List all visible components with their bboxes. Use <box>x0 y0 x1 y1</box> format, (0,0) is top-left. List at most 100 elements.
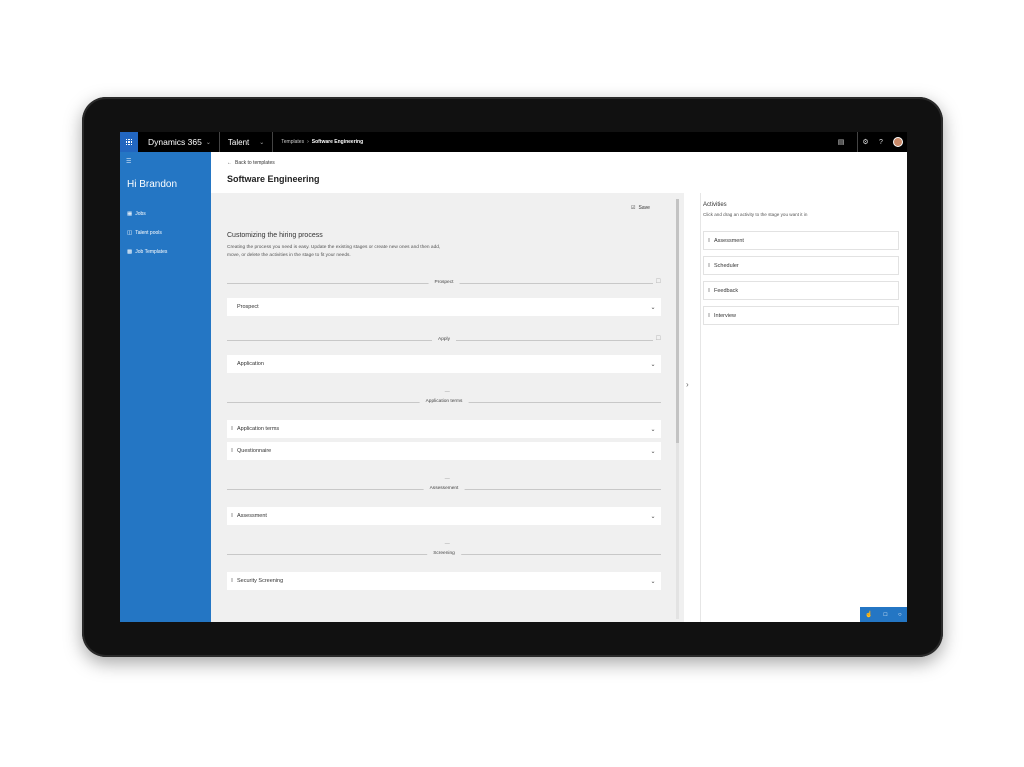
scrollbar-thumb[interactable] <box>676 199 679 443</box>
talent-pools-icon: ◫ <box>127 229 133 236</box>
activity-name: Prospect <box>237 304 259 310</box>
chevron-down-icon[interactable]: ⌄ <box>645 578 661 585</box>
stage-label: Application terms <box>419 398 469 406</box>
back-label: Back to templates <box>235 160 275 166</box>
activities-subtitle: Click and drag an activity to the stage … <box>703 212 808 217</box>
breadcrumb-current: Software Engineering <box>311 139 364 145</box>
breadcrumb-templates[interactable]: Templates <box>281 139 304 145</box>
job-templates-icon: ▩ <box>127 248 133 255</box>
top-bar: Dynamics 365 ⌄ Talent ⌄ Templates › Soft… <box>120 132 907 152</box>
scrollbar[interactable] <box>676 199 679 619</box>
activities-title: Activities <box>703 202 727 208</box>
grip-icon: ‖ <box>707 287 711 294</box>
activity-tile-label: Scheduler <box>714 262 739 269</box>
activity-tile[interactable]: ‖ Feedback <box>703 281 899 300</box>
section-title: Customizing the hiring process <box>227 232 323 239</box>
grip-icon: ‖ <box>707 237 711 244</box>
save-button[interactable]: ☑ Save <box>631 205 650 211</box>
page-title: Software Engineering <box>227 174 320 184</box>
stage-label: Apply <box>432 336 456 344</box>
chevron-down-icon[interactable]: ⌄ <box>645 304 661 311</box>
app-switcher[interactable]: Talent ⌄ <box>220 132 274 152</box>
grip-icon[interactable]: ‖ <box>227 513 237 519</box>
activity-name: Application terms <box>237 426 280 432</box>
chevron-down-icon[interactable]: ⌄ <box>645 448 661 455</box>
drag-handle-icon[interactable]: — <box>445 389 451 395</box>
section-description: Creating the process you need is easy. U… <box>227 245 441 258</box>
activity-card[interactable]: ‖ Security Screening ⌄ <box>227 572 661 590</box>
stage-divider-application-terms: Application terms <box>227 398 661 406</box>
brand-switcher[interactable]: Dynamics 365 ⌄ <box>138 132 220 152</box>
activity-card[interactable]: ‖ Assessment ⌄ <box>227 507 661 525</box>
stage-label: Assessement <box>423 485 465 493</box>
stage-label: Prospect <box>428 279 460 287</box>
hamburger-icon[interactable]: ☰ <box>120 152 211 165</box>
breadcrumb-separator-icon: › <box>307 139 309 145</box>
grip-icon[interactable]: ‖ <box>227 578 237 584</box>
activity-tile-label: Assessment <box>714 237 744 244</box>
activity-card[interactable]: Prospect ⌄ <box>227 298 661 316</box>
brand-name: Dynamics 365 <box>148 137 202 147</box>
stage-divider-assessement: Assessement <box>227 485 661 493</box>
activity-tile[interactable]: ‖ Interview <box>703 306 899 325</box>
chevron-down-icon[interactable]: ⌄ <box>645 426 661 433</box>
activity-name: Application <box>237 361 264 367</box>
grip-icon[interactable]: ‖ <box>227 448 237 454</box>
app-name: Talent <box>227 137 250 147</box>
drag-handle-icon[interactable]: — <box>445 541 451 547</box>
lock-icon: ☐ <box>652 335 661 342</box>
nav-item-label: Job Templates <box>135 248 168 255</box>
activity-tile-label: Feedback <box>714 287 739 294</box>
nav-item-label: Jobs <box>135 210 146 217</box>
nav-item-label: Talent pools <box>135 229 162 236</box>
activity-tile[interactable]: ‖ Scheduler <box>703 256 899 275</box>
left-nav: ☰ Hi Brandon ▦ Jobs ◫ Talent pools ▩ Job… <box>120 152 211 622</box>
activity-name: Security Screening <box>237 578 284 584</box>
activity-card[interactable]: ‖ Application terms ⌄ <box>227 420 661 438</box>
app-screen: Dynamics 365 ⌄ Talent ⌄ Templates › Soft… <box>120 132 907 622</box>
page-header: ← Back to templates Software Engineering <box>211 152 907 193</box>
chevron-down-icon[interactable]: ⌄ <box>645 361 661 368</box>
activity-name: Questionnaire <box>237 448 272 454</box>
chevron-down-icon[interactable]: ⌄ <box>645 513 661 520</box>
activity-card[interactable]: ‖ Questionnaire ⌄ <box>227 442 661 460</box>
stage-divider-apply: Apply ☐ <box>227 335 661 344</box>
greeting: Hi Brandon <box>127 179 178 190</box>
activity-card[interactable]: Application ⌄ <box>227 355 661 373</box>
lightbulb-icon[interactable]: ○ <box>898 612 902 618</box>
stage-label: Screening <box>427 550 461 558</box>
avatar[interactable] <box>893 137 903 147</box>
activity-tile[interactable]: ‖ Assessment <box>703 231 899 250</box>
save-label: Save <box>638 205 650 211</box>
book-icon[interactable]: ▤ <box>833 132 849 152</box>
chevron-down-icon: ⌄ <box>205 139 211 146</box>
grip-icon[interactable]: ‖ <box>227 426 237 432</box>
comment-icon[interactable]: □ <box>884 612 888 618</box>
back-link[interactable]: ← Back to templates <box>227 160 275 166</box>
thumbs-up-icon[interactable]: ☝ <box>865 611 872 618</box>
chevron-right-icon[interactable]: › <box>686 380 689 389</box>
hiring-process-editor: ☑ Save Customizing the hiring process Cr… <box>211 193 684 622</box>
breadcrumb: Templates › Software Engineering <box>273 139 363 145</box>
stage-divider-prospect: Prospect ☐ <box>227 278 661 287</box>
drag-handle-icon[interactable]: — <box>445 476 451 482</box>
nav-item-talent-pools[interactable]: ◫ Talent pools <box>120 223 211 242</box>
activity-tile-label: Interview <box>714 312 737 319</box>
grip-icon: ‖ <box>707 312 711 319</box>
nav-list: ▦ Jobs ◫ Talent pools ▩ Job Templates <box>120 204 211 261</box>
grip-icon: ‖ <box>707 262 711 269</box>
page: Dynamics 365 ⌄ Talent ⌄ Templates › Soft… <box>0 0 1024 767</box>
help-icon[interactable]: ? <box>873 132 889 152</box>
chevron-down-icon: ⌄ <box>259 139 265 146</box>
feedback-bar: ☝ □ ○ <box>860 607 907 622</box>
activities-panel: Activities Click and drag an activity to… <box>700 193 907 622</box>
nav-item-jobs[interactable]: ▦ Jobs <box>120 204 211 223</box>
gear-icon[interactable]: ⚙ <box>857 132 873 152</box>
top-actions: ▤ ⚙ ? <box>833 132 907 152</box>
nav-item-job-templates[interactable]: ▩ Job Templates <box>120 242 211 261</box>
lock-icon: ☐ <box>652 278 661 285</box>
stage-divider-screening: Screening <box>227 550 661 558</box>
save-icon: ☑ <box>631 205 636 211</box>
back-arrow-icon: ← <box>227 160 232 166</box>
waffle-icon[interactable] <box>120 132 138 152</box>
